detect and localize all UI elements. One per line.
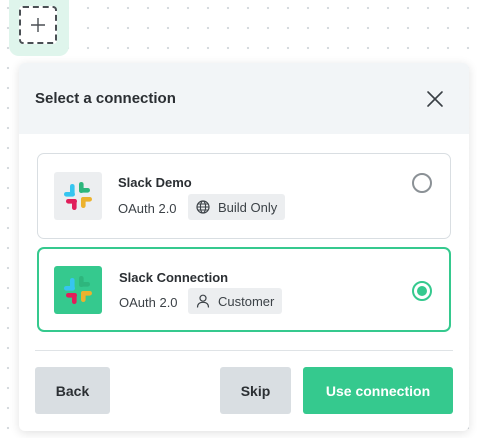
connection-card-slack-demo[interactable]: Slack Demo OAuth 2.0 Build Only xyxy=(37,153,451,239)
connection-card-slack-connection[interactable]: Slack Connection OAuth 2.0 Customer xyxy=(37,247,451,332)
scope-tag-label: Build Only xyxy=(218,199,278,215)
user-icon xyxy=(196,294,210,308)
use-connection-button[interactable]: Use connection xyxy=(303,367,453,414)
slack-icon xyxy=(64,182,92,210)
dialog-header: Select a connection xyxy=(19,63,469,134)
radio-selected[interactable] xyxy=(412,281,432,301)
add-step-button[interactable] xyxy=(19,6,57,44)
dialog-title: Select a connection xyxy=(35,90,176,107)
auth-type: OAuth 2.0 xyxy=(118,201,177,216)
slack-logo xyxy=(54,266,102,314)
radio-unselected[interactable] xyxy=(412,173,432,193)
scope-tag-label: Customer xyxy=(218,293,275,309)
back-button[interactable]: Back xyxy=(35,367,110,414)
add-node-area xyxy=(9,0,69,56)
connection-name: Slack Connection xyxy=(119,270,229,285)
connection-name: Slack Demo xyxy=(118,175,192,190)
slack-logo xyxy=(54,172,102,220)
auth-type: OAuth 2.0 xyxy=(119,295,178,310)
scope-tag: Build Only xyxy=(188,194,286,220)
slack-icon xyxy=(64,276,92,304)
scope-tag: Customer xyxy=(188,288,283,314)
close-icon xyxy=(427,91,443,107)
skip-button[interactable]: Skip xyxy=(220,367,291,414)
globe-icon xyxy=(196,200,210,214)
close-button[interactable] xyxy=(425,89,445,109)
divider xyxy=(35,350,453,351)
select-connection-dialog: Select a connection Slack Demo OAuth 2.0 xyxy=(19,63,469,431)
plus-icon xyxy=(31,18,45,32)
